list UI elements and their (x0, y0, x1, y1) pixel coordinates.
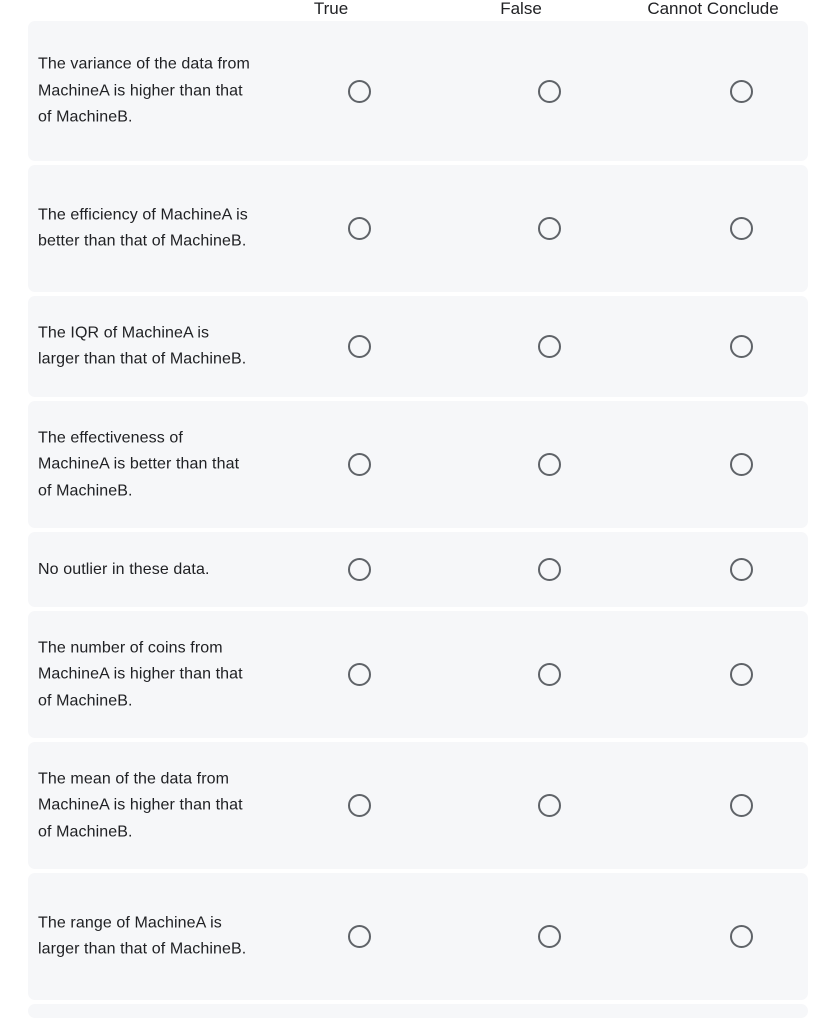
radio-false[interactable] (537, 79, 561, 103)
radio-false[interactable] (537, 335, 561, 358)
row-content (28, 1004, 808, 1018)
column-header-false: False (500, 0, 542, 18)
column-header-cannot-conclude: Cannot Conclude (647, 0, 779, 18)
radio-true[interactable] (347, 217, 371, 240)
radio-cannot-conclude[interactable] (729, 558, 753, 581)
radio-true[interactable] (347, 925, 371, 948)
radio-true[interactable] (347, 453, 371, 476)
table-row: The range of MachineA is larger than tha… (28, 873, 808, 1000)
radio-cannot-conclude[interactable] (729, 453, 753, 476)
radio-cannot-conclude[interactable] (729, 794, 753, 817)
statement-label: The number of coins from MachineA is hig… (38, 638, 243, 709)
radio-cannot-conclude[interactable] (729, 217, 753, 240)
row-content: The range of MachineA is larger than tha… (28, 873, 808, 1000)
table-row: The effectiveness of MachineA is better … (28, 401, 808, 528)
radio-true[interactable] (347, 79, 371, 103)
table-row (28, 1004, 808, 1018)
radio-cannot-conclude[interactable] (729, 79, 753, 103)
matrix-rows: The variance of the data from MachineA i… (0, 21, 834, 1018)
radio-cannot-conclude[interactable] (729, 663, 753, 686)
table-row: The efficiency of MachineA is better tha… (28, 165, 808, 292)
radio-false[interactable] (537, 794, 561, 817)
table-row: The mean of the data from MachineA is hi… (28, 742, 808, 869)
statement-label: The range of MachineA is larger than tha… (38, 914, 247, 958)
radio-true[interactable] (347, 663, 371, 686)
radio-false[interactable] (537, 453, 561, 476)
radio-false[interactable] (537, 663, 561, 686)
statement-label: The IQR of MachineA is larger than that … (38, 324, 247, 368)
table-row: The number of coins from MachineA is hig… (28, 611, 808, 738)
statement-label: The efficiency of MachineA is better tha… (38, 206, 248, 250)
table-row: No outlier in these data. (28, 532, 808, 607)
radio-cannot-conclude[interactable] (729, 925, 753, 948)
column-header-true: True (313, 0, 349, 18)
radio-cannot-conclude[interactable] (729, 335, 753, 358)
statement-label: The variance of the data from MachineA i… (38, 55, 250, 126)
radio-true[interactable] (347, 558, 371, 581)
row-content: The effectiveness of MachineA is better … (28, 401, 808, 528)
table-row: The variance of the data from MachineA i… (28, 21, 808, 161)
statement-label: The effectiveness of MachineA is better … (38, 428, 240, 499)
radio-true[interactable] (347, 794, 371, 817)
radio-false[interactable] (537, 925, 561, 948)
row-content: The mean of the data from MachineA is hi… (28, 742, 808, 869)
row-content: The variance of the data from MachineA i… (28, 21, 808, 161)
row-content: No outlier in these data. (28, 532, 808, 607)
survey-matrix: True False Cannot Conclude The variance of… (0, 0, 834, 1024)
row-content: The number of coins from MachineA is hig… (28, 611, 808, 738)
matrix-column-headers: True False Cannot Conclude (0, 0, 834, 21)
row-content: The efficiency of MachineA is better tha… (28, 165, 808, 292)
table-row: The IQR of MachineA is larger than that … (28, 296, 808, 397)
row-content: The IQR of MachineA is larger than that … (28, 296, 808, 397)
radio-false[interactable] (537, 558, 561, 581)
statement-label: No outlier in these data. (38, 560, 210, 578)
radio-true[interactable] (347, 335, 371, 358)
radio-false[interactable] (537, 217, 561, 240)
statement-label: The mean of the data from MachineA is hi… (38, 769, 243, 840)
